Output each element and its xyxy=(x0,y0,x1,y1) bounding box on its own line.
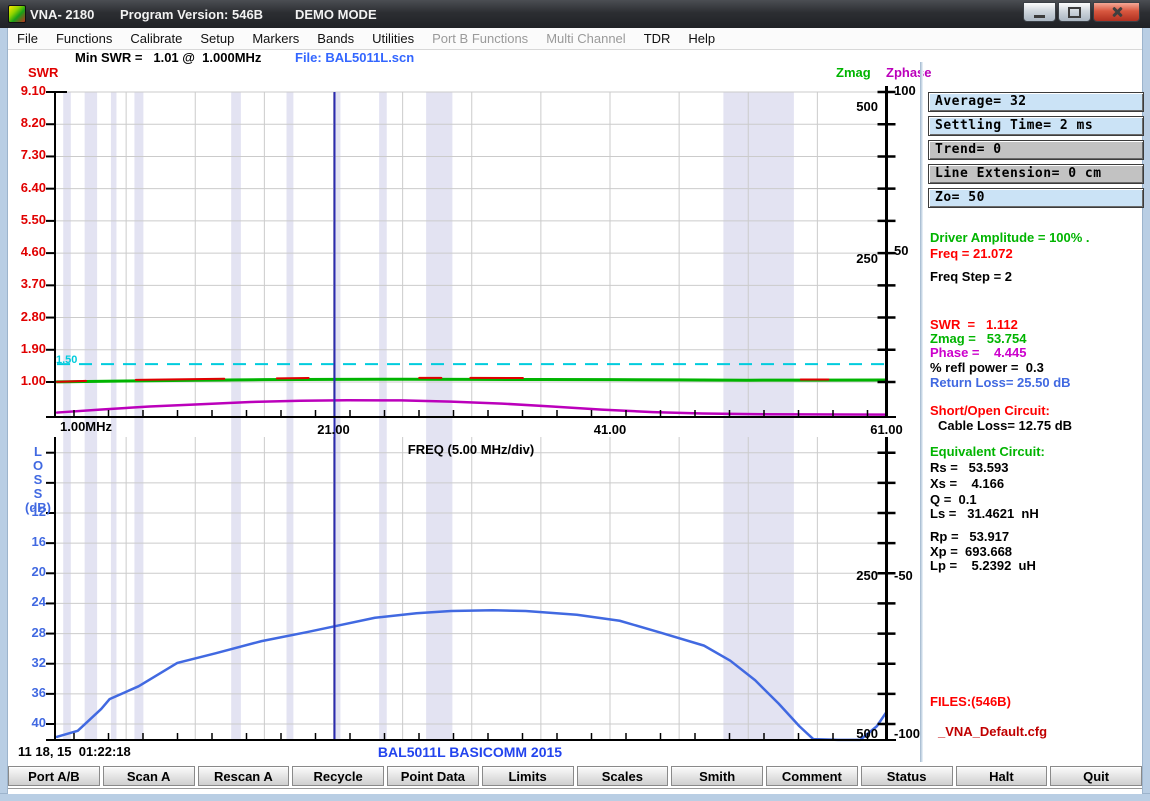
smith-button[interactable]: Smith xyxy=(671,766,763,786)
menu-bands[interactable]: Bands xyxy=(308,31,363,46)
short-open-title: Short/Open Circuit: xyxy=(930,403,1050,418)
maximize-button[interactable] xyxy=(1058,2,1091,22)
phase-readout: Phase = 4.445 xyxy=(930,345,1026,360)
rescan-a-button[interactable]: Rescan A xyxy=(198,766,290,786)
driver-amplitude-readout: Driver Amplitude = 100% . xyxy=(930,230,1090,245)
scan-a-button[interactable]: Scan A xyxy=(103,766,195,786)
menu-functions[interactable]: Functions xyxy=(47,31,121,46)
scan-file-name[interactable]: File: BAL5011L.scn xyxy=(295,50,414,65)
footer-button-bar: Port A/B Scan A Rescan A Recycle Point D… xyxy=(8,766,1142,786)
menu-setup[interactable]: Setup xyxy=(191,31,243,46)
maximize-icon xyxy=(1068,7,1081,18)
files-title: FILES:(546B) xyxy=(930,694,1011,709)
window-title-app: VNA- 2180 xyxy=(30,7,94,22)
menu-port-b-functions: Port B Functions xyxy=(423,31,537,46)
window-border-inner xyxy=(8,788,1142,794)
chart-canvas[interactable] xyxy=(0,0,935,790)
freq-readout: Freq = 21.072 xyxy=(930,246,1013,261)
cable-loss-readout: Cable Loss= 12.75 dB xyxy=(938,418,1072,433)
min-swr-readout: Min SWR = 1.01 @ 1.000MHz xyxy=(75,50,261,65)
average-setting[interactable]: Average= 32 xyxy=(928,92,1144,112)
menubar: File Functions Calibrate Setup Markers B… xyxy=(8,28,1142,50)
quit-button[interactable]: Quit xyxy=(1050,766,1142,786)
recycle-button[interactable]: Recycle xyxy=(292,766,384,786)
datetime-readout: 11 18, 15 01:22:18 xyxy=(18,744,131,759)
titlebar[interactable]: VNA- 2180 Program Version: 546B DEMO MOD… xyxy=(0,0,1150,28)
rp-readout: Rp = 53.917 xyxy=(930,529,1009,544)
port-ab-button[interactable]: Port A/B xyxy=(8,766,100,786)
status-button[interactable]: Status xyxy=(861,766,953,786)
menu-utilities[interactable]: Utilities xyxy=(363,31,423,46)
panel-separator xyxy=(920,62,923,762)
refl-power-readout: % refl power = 0.3 xyxy=(930,360,1044,375)
close-icon xyxy=(1110,5,1124,19)
halt-button[interactable]: Halt xyxy=(956,766,1048,786)
window-title-version: Program Version: 546B xyxy=(120,7,263,22)
ls-readout: Ls = 31.4621 nH xyxy=(930,506,1039,521)
menu-help[interactable]: Help xyxy=(679,31,724,46)
zmag-readout: Zmag = 53.754 xyxy=(930,331,1026,346)
app-icon xyxy=(8,5,26,23)
limits-button[interactable]: Limits xyxy=(482,766,574,786)
scan-title: BAL5011L BASICOMM 2015 xyxy=(270,744,670,760)
rs-readout: Rs = 53.593 xyxy=(930,460,1008,475)
q-readout: Q = 0.1 xyxy=(930,492,977,507)
swr-readout: SWR = 1.112 xyxy=(930,317,1018,332)
xp-readout: Xp = 693.668 xyxy=(930,544,1012,559)
xs-readout: Xs = 4.166 xyxy=(930,476,1004,491)
window-border-left xyxy=(0,28,8,800)
minimize-button[interactable] xyxy=(1023,2,1056,22)
menu-multi-channel: Multi Channel xyxy=(537,31,635,46)
return-loss-readout: Return Loss= 25.50 dB xyxy=(930,375,1071,390)
window-title-mode: DEMO MODE xyxy=(295,7,377,22)
comment-button[interactable]: Comment xyxy=(766,766,858,786)
close-button[interactable] xyxy=(1093,2,1140,22)
right-panel: Average= 32 Settling Time= 2 ms Trend= 0… xyxy=(928,62,1144,782)
scales-button[interactable]: Scales xyxy=(577,766,669,786)
line-extension-setting[interactable]: Line Extension= 0 cm xyxy=(928,164,1144,184)
config-file-name[interactable]: _VNA_Default.cfg xyxy=(938,724,1047,739)
zo-setting[interactable]: Zo= 50 xyxy=(928,188,1144,208)
menu-file[interactable]: File xyxy=(8,31,47,46)
menu-markers[interactable]: Markers xyxy=(243,31,308,46)
settling-time-setting[interactable]: Settling Time= 2 ms xyxy=(928,116,1144,136)
menu-calibrate[interactable]: Calibrate xyxy=(121,31,191,46)
point-data-button[interactable]: Point Data xyxy=(387,766,479,786)
chart-area[interactable]: 9.108.207.306.405.504.603.702.801.901.00… xyxy=(0,0,935,790)
minimize-icon xyxy=(1034,15,1045,18)
trend-setting[interactable]: Trend= 0 xyxy=(928,140,1144,160)
menu-tdr[interactable]: TDR xyxy=(635,31,680,46)
freq-step-readout: Freq Step = 2 xyxy=(930,269,1012,284)
lp-readout: Lp = 5.2392 uH xyxy=(930,558,1036,573)
equivalent-circuit-title: Equivalent Circuit: xyxy=(930,444,1045,459)
